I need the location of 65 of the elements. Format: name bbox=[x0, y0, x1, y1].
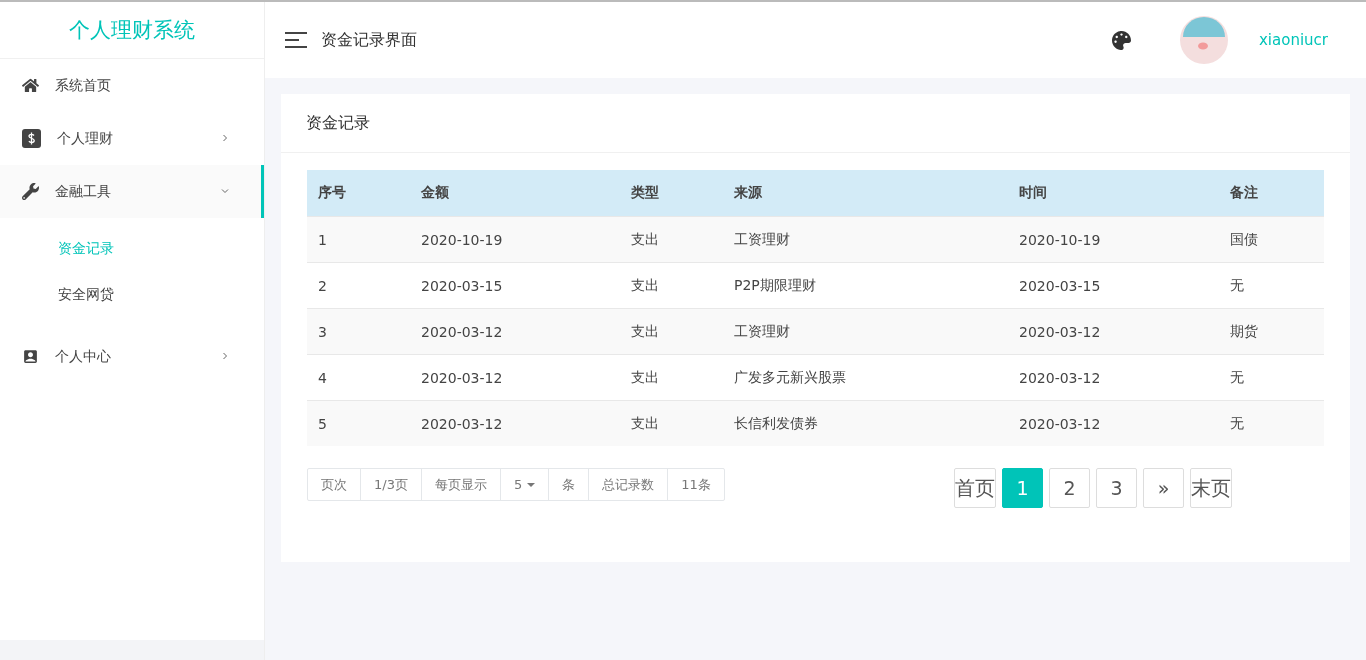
column-header: 备注 bbox=[1219, 170, 1324, 217]
table-cell: 2 bbox=[307, 262, 410, 309]
table-cell: 2020-03-15 bbox=[1008, 262, 1219, 309]
pager-text: 每页显示 bbox=[420, 469, 500, 500]
table-cell: 2020-03-12 bbox=[1008, 400, 1219, 446]
palette-icon[interactable] bbox=[1112, 30, 1131, 50]
table-cell: 2020-10-19 bbox=[1008, 216, 1219, 263]
nav-label: 个人中心 bbox=[55, 347, 112, 366]
pager-text: 总记录数 bbox=[588, 469, 668, 500]
table-cell: 2020-03-12 bbox=[410, 400, 620, 446]
pager-text: 条 bbox=[548, 469, 589, 500]
nav-subitem[interactable]: 安全网贷 bbox=[0, 272, 264, 318]
caret-icon bbox=[527, 482, 536, 487]
nav-label: 个人理财 bbox=[57, 129, 114, 148]
pager-text: 1/3页 bbox=[360, 469, 421, 500]
table-cell: 工资理财 bbox=[723, 216, 1008, 263]
table-cell: 支出 bbox=[620, 354, 723, 401]
table-cell: 长信利发债券 bbox=[723, 400, 1008, 446]
table-cell: 2020-03-12 bbox=[410, 308, 620, 355]
page-title: 资金记录界面 bbox=[321, 29, 418, 51]
page-size-dropdown[interactable]: 5 bbox=[499, 469, 549, 500]
table-cell: 2020-03-12 bbox=[1008, 354, 1219, 401]
wrench-icon bbox=[22, 183, 39, 200]
nav-label: 系统首页 bbox=[55, 76, 112, 95]
table-cell: 4 bbox=[307, 354, 410, 401]
column-header: 类型 bbox=[620, 170, 723, 217]
table-cell: 2020-03-12 bbox=[1008, 308, 1219, 355]
table-cell: 工资理财 bbox=[723, 308, 1008, 355]
column-header: 来源 bbox=[723, 170, 1008, 217]
nav-label: 金融工具 bbox=[55, 182, 112, 201]
table-cell: 支出 bbox=[620, 216, 723, 263]
table-cell: 国债 bbox=[1219, 216, 1324, 263]
app-title: 个人理财系统 bbox=[69, 17, 195, 44]
card-title: 资金记录 bbox=[306, 112, 370, 134]
page-button[interactable]: 首页 bbox=[954, 468, 996, 508]
nav-item[interactable]: 金融工具 bbox=[0, 165, 264, 218]
pager-text: 11条 bbox=[667, 469, 724, 500]
table-cell: 支出 bbox=[620, 308, 723, 355]
home-icon bbox=[22, 77, 39, 94]
table-cell: 2020-10-19 bbox=[410, 216, 620, 263]
contact-card-icon bbox=[22, 348, 39, 365]
dollar-icon bbox=[22, 129, 41, 148]
table-cell: 1 bbox=[307, 216, 410, 263]
page-button[interactable]: » bbox=[1143, 468, 1184, 508]
table-cell: 广发多元新兴股票 bbox=[723, 354, 1008, 401]
table-cell: 无 bbox=[1219, 400, 1324, 446]
page-button[interactable]: 2 bbox=[1049, 468, 1090, 508]
table-cell: 5 bbox=[307, 400, 410, 446]
column-header: 序号 bbox=[307, 170, 410, 217]
table-cell: 期货 bbox=[1219, 308, 1324, 355]
column-header: 时间 bbox=[1008, 170, 1219, 217]
page-size-value: 5 bbox=[513, 477, 523, 492]
table-cell: 支出 bbox=[620, 400, 723, 446]
pager-text: 页次 bbox=[320, 475, 348, 494]
table-cell: 无 bbox=[1219, 354, 1324, 401]
menu-icon[interactable] bbox=[285, 32, 307, 48]
table-cell: 3 bbox=[307, 308, 410, 355]
page-button[interactable]: 3 bbox=[1096, 468, 1137, 508]
table-cell: 支出 bbox=[620, 262, 723, 309]
table-cell: P2P期限理财 bbox=[723, 262, 1008, 309]
table-cell: 2020-03-12 bbox=[410, 354, 620, 401]
page-button[interactable]: 末页 bbox=[1190, 468, 1232, 508]
table-cell: 无 bbox=[1219, 262, 1324, 309]
table-cell: 2020-03-15 bbox=[410, 262, 620, 309]
column-header: 金额 bbox=[410, 170, 620, 217]
